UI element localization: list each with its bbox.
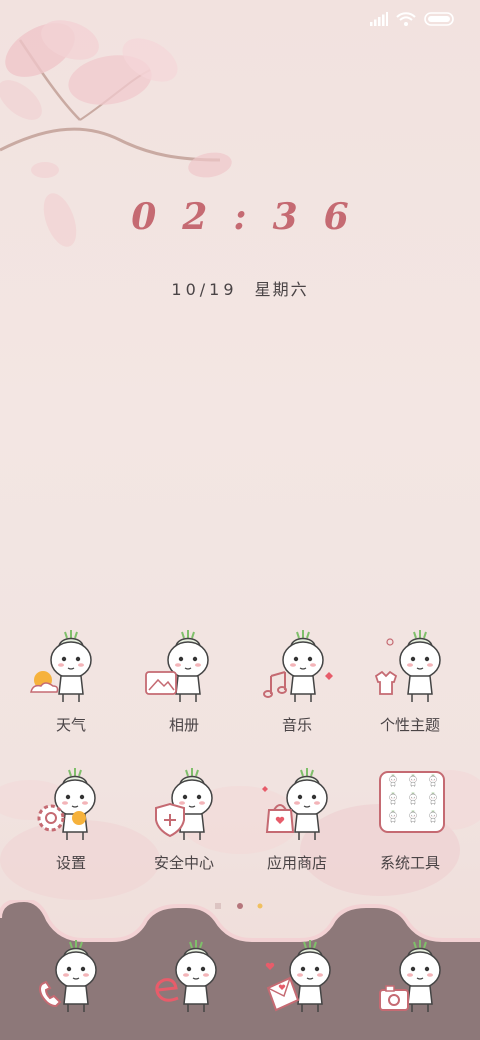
app-store[interactable]: 应用商店: [242, 766, 352, 886]
dock-messages[interactable]: [250, 938, 350, 1020]
app-security[interactable]: 安全中心: [129, 766, 239, 886]
folder-icon: [379, 771, 445, 833]
app-label-weather: 天气: [55, 716, 86, 734]
app-themes[interactable]: 个性主题: [355, 628, 465, 748]
app-system-tools[interactable]: 系统工具: [355, 766, 465, 886]
wifi-icon: [396, 12, 416, 26]
app-label-system-tools: 系统工具: [379, 854, 440, 872]
app-label-security: 安全中心: [153, 854, 214, 872]
clock-time[interactable]: 02:36: [0, 196, 480, 238]
signal-icon: [370, 12, 388, 26]
dock-browser[interactable]: [140, 938, 240, 1020]
clock-weekday: 星期六: [254, 280, 309, 299]
app-label-settings: 设置: [55, 854, 86, 872]
app-settings[interactable]: 设置: [16, 766, 126, 886]
theme-icon: [374, 629, 441, 703]
security-icon: [155, 767, 213, 841]
app-label-music: 音乐: [281, 716, 312, 734]
app-label-store: 应用商店: [266, 854, 327, 872]
app-weather[interactable]: 天气: [16, 628, 126, 748]
dock-camera[interactable]: [364, 938, 464, 1020]
app-gallery[interactable]: 相册: [129, 628, 239, 748]
settings-icon: [37, 767, 96, 841]
gallery-icon: [145, 629, 209, 703]
store-icon: [262, 767, 328, 841]
camera-icon: [379, 939, 441, 1013]
app-music[interactable]: 音乐: [242, 628, 352, 748]
app-label-themes: 个性主题: [379, 716, 440, 734]
status-bar: [0, 0, 480, 40]
dock-phone[interactable]: [20, 938, 120, 1020]
messages-icon: [265, 939, 331, 1013]
app-label-gallery: 相册: [168, 716, 199, 734]
clock-date-row[interactable]: 10/19 星期六: [0, 276, 480, 300]
weather-icon: [30, 629, 92, 703]
music-icon: [263, 629, 333, 703]
clock-date: 10/19: [171, 280, 238, 299]
browser-icon: [155, 939, 217, 1013]
battery-icon: [424, 12, 454, 26]
phone-icon: [39, 939, 97, 1013]
